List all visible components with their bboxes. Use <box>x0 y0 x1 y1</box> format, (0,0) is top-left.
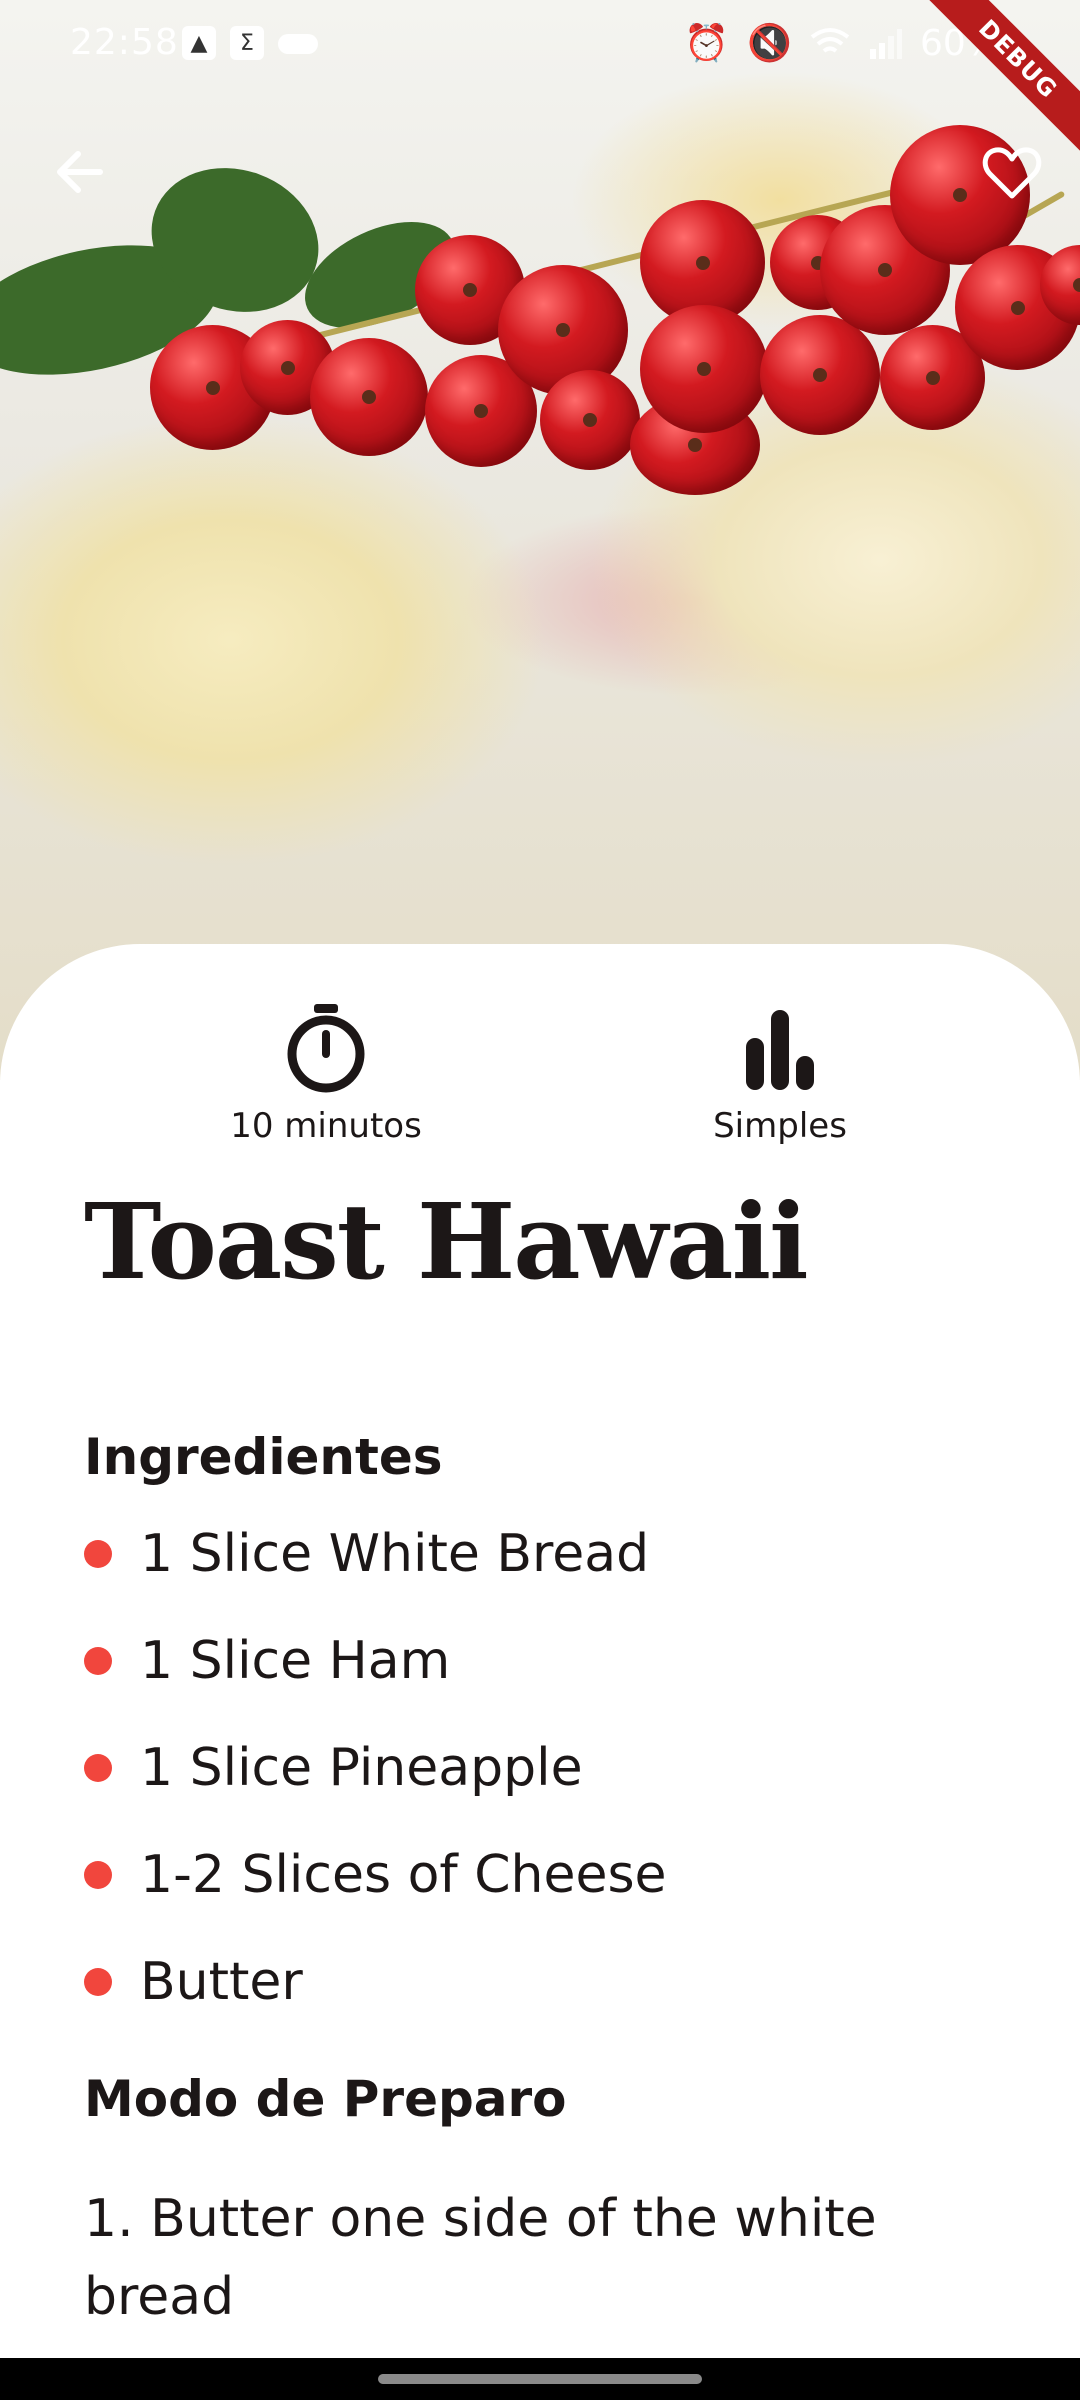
recipe-meta: 10 minutos Simples <box>0 1000 1080 1170</box>
ingredient-item: 1-2 Slices of Cheese <box>84 1821 667 1928</box>
signal-icon <box>869 29 902 59</box>
notification-icons: ▲ Σ <box>182 26 318 60</box>
navigation-bar <box>0 2358 1080 2400</box>
prep-time-label: 10 minutos <box>230 1106 422 1146</box>
difficulty: Simples <box>630 1000 930 1146</box>
bullet-icon <box>84 1539 112 1568</box>
recipe-title: Toast Hawaii <box>84 1180 809 1303</box>
bullet-icon <box>84 1967 112 1996</box>
mute-icon: 🔇 <box>747 23 792 64</box>
image-icon: ▲ <box>182 26 216 60</box>
stopwatch-icon <box>287 1004 365 1093</box>
bullet-icon <box>84 1753 112 1782</box>
ingredient-text: 1 Slice Ham <box>140 1630 451 1691</box>
back-button[interactable] <box>48 140 112 204</box>
arrow-left-icon <box>57 151 103 193</box>
bullet-icon <box>84 1860 112 1889</box>
favorite-button[interactable] <box>980 140 1044 204</box>
bullet-icon <box>84 1646 112 1675</box>
alarm-icon: ⏰ <box>684 23 730 64</box>
ingredient-item: 1 Slice Ham <box>84 1607 667 1714</box>
ingredients-list: 1 Slice White Bread 1 Slice Ham 1 Slice … <box>84 1500 667 2035</box>
prep-time: 10 minutos <box>176 1000 476 1146</box>
preparation-heading: Modo de Preparo <box>84 2070 567 2128</box>
ingredient-text: Butter <box>140 1951 303 2012</box>
cloud-icon <box>278 34 318 54</box>
ingredient-item: 1 Slice White Bread <box>84 1500 667 1607</box>
bar-chart-icon <box>746 1010 814 1090</box>
status-bar: 22:58 ▲ Σ ⏰ 🔇 60% <box>0 0 1080 92</box>
preparation-step: 1. Butter one side of the white bread <box>84 2189 877 2327</box>
difficulty-label: Simples <box>713 1106 847 1146</box>
sigma-icon: Σ <box>230 26 264 60</box>
ingredient-item: 1 Slice Pineapple <box>84 1714 667 1821</box>
ingredient-text: 1-2 Slices of Cheese <box>140 1844 667 1905</box>
ingredient-text: 1 Slice White Bread <box>140 1523 650 1584</box>
ingredient-item: Butter <box>84 1928 667 2035</box>
ingredients-heading: Ingredientes <box>84 1428 443 1486</box>
home-gesture-handle[interactable] <box>378 2374 702 2384</box>
recipe-hero-image <box>0 0 1080 1080</box>
system-icons: ⏰ 🔇 60% <box>684 22 1000 65</box>
status-time: 22:58 <box>70 22 179 63</box>
ingredient-text: 1 Slice Pineapple <box>140 1737 583 1798</box>
heart-outline-icon <box>982 147 1042 199</box>
wifi-icon <box>810 28 850 53</box>
